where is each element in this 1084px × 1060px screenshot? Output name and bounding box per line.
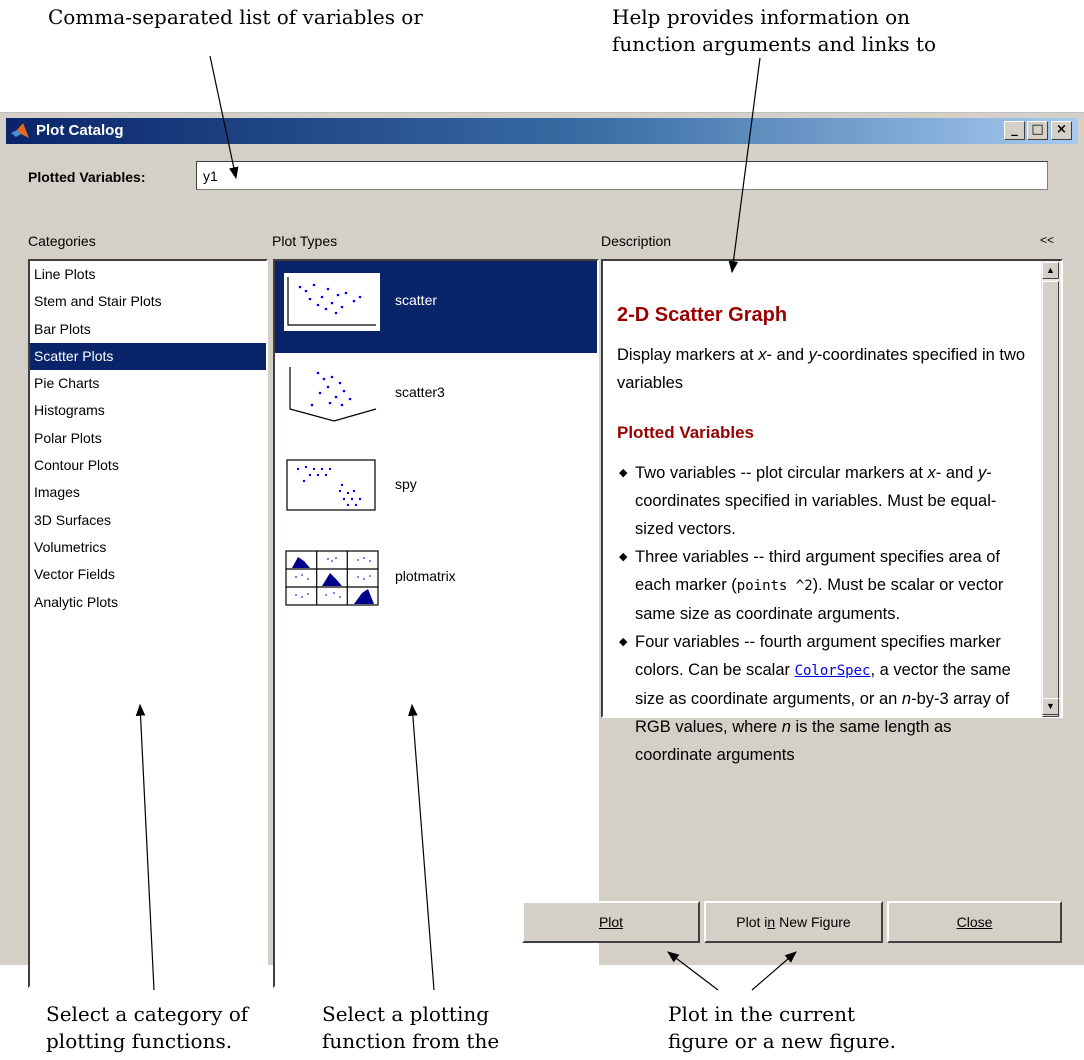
text-run: x — [927, 464, 936, 482]
plot-type-item-scatter3[interactable]: scatter3 — [275, 353, 597, 445]
description-bullet: ◆ Two variables -- plot circular markers… — [617, 459, 1029, 543]
text-run: y — [808, 346, 817, 364]
close-button[interactable]: Close — [887, 901, 1062, 943]
category-item[interactable]: Histograms — [30, 397, 266, 424]
plot-in-new-figure-button[interactable]: Plot in New Figure — [704, 901, 883, 943]
bullet-icon: ◆ — [619, 467, 628, 479]
callout-text: Select a category of — [46, 1002, 249, 1026]
plotted-variables-input[interactable] — [196, 161, 1048, 190]
category-item-selected[interactable]: Scatter Plots — [30, 342, 266, 371]
description-intro: Display markers at x- and y-coordinates … — [617, 341, 1029, 397]
description-label: Description — [601, 233, 672, 249]
maximize-icon[interactable]: □ — [1027, 121, 1048, 140]
bullet-icon: ◆ — [619, 636, 628, 648]
plot-types-list[interactable]: scatter scatter3 spy plotmatrix — [273, 259, 599, 988]
button-label: New Figure — [775, 914, 851, 930]
text-run: Two variables -- plot circular markers a… — [635, 464, 928, 482]
callout-text: Comma-separated list of variables or — [48, 5, 423, 29]
plot-type-item-plotmatrix[interactable]: plotmatrix — [275, 537, 597, 629]
category-item[interactable]: Stem and Stair Plots — [30, 288, 266, 315]
plot-type-item-scatter[interactable]: scatter — [275, 261, 597, 353]
colorspec-link[interactable]: ColorSpec — [795, 663, 871, 679]
callout-plotted-variables: Comma-separated list of variables or — [48, 4, 423, 31]
plot-type-label: scatter — [395, 292, 438, 308]
scatter3-thumbnail-icon — [289, 367, 377, 422]
callout-text: figure or a new figure. — [668, 1029, 896, 1053]
plot-type-label: scatter3 — [395, 384, 445, 400]
description-panel[interactable]: 2-D Scatter Graph Display markers at x- … — [601, 259, 1063, 764]
text-run: Display markers at — [617, 346, 759, 364]
categories-label: Categories — [28, 233, 96, 249]
plot-type-item-spy[interactable]: spy — [275, 445, 597, 537]
button-label: Plot — [598, 914, 624, 930]
text-run: y — [977, 464, 987, 482]
callout-text: function arguments and links to — [612, 32, 937, 56]
category-item[interactable]: 3D Surfaces — [30, 507, 266, 534]
callout-plot-buttons: Plot in the current figure or a new figu… — [668, 1001, 896, 1055]
button-label: Close — [956, 914, 993, 930]
plotmatrix-thumbnail-icon — [285, 550, 379, 606]
callout-text: Select a plotting — [322, 1002, 490, 1026]
category-item[interactable]: Volumetrics — [30, 534, 266, 561]
scroll-down-icon[interactable]: ▼ — [1042, 698, 1059, 715]
category-item[interactable]: Contour Plots — [30, 452, 266, 479]
text-run: - and — [766, 346, 809, 364]
description-heading: 2-D Scatter Graph — [617, 304, 788, 326]
category-item[interactable]: Polar Plots — [30, 425, 266, 452]
spy-thumbnail-icon — [286, 459, 376, 511]
plot-type-label: spy — [395, 476, 417, 492]
button-label: Plot i — [736, 914, 768, 930]
scroll-up-icon[interactable]: ▲ — [1042, 262, 1059, 279]
plot-type-label: plotmatrix — [395, 568, 456, 584]
callout-text: plotting functions. — [46, 1029, 233, 1053]
description-bullet: ◆ Four variables -- fourth argument spec… — [617, 628, 1029, 769]
code-text: points ^2 — [736, 578, 813, 594]
description-content: 2-D Scatter Graph Display markers at x- … — [617, 291, 1029, 769]
category-item[interactable]: Images — [30, 479, 266, 506]
close-icon[interactable]: × — [1051, 121, 1072, 140]
description-scrollbar[interactable]: ▲ ▼ — [1041, 261, 1061, 717]
window-title: Plot Catalog — [36, 122, 124, 139]
text-run: n — [781, 718, 791, 736]
categories-list[interactable]: Line Plots Stem and Stair Plots Bar Plot… — [28, 259, 268, 988]
description-subheading: Plotted Variables — [617, 423, 754, 442]
matlab-logo-icon — [11, 123, 29, 138]
title-bar[interactable]: Plot Catalog _ □ × — [6, 118, 1078, 144]
minimize-icon[interactable]: _ — [1004, 121, 1025, 140]
text-run: - and — [935, 464, 978, 482]
plot-catalog-window: Plot Catalog _ □ × Plotted Variables: Ca… — [0, 112, 1084, 988]
bullet-icon: ◆ — [619, 551, 628, 563]
category-item[interactable]: Vector Fields — [30, 561, 266, 588]
category-item[interactable]: Bar Plots — [30, 316, 266, 343]
callout-text: function from the — [322, 1029, 500, 1053]
callout-help: Help provides information on function ar… — [612, 4, 936, 58]
plot-types-label: Plot Types — [272, 233, 338, 249]
collapse-description-button[interactable]: << — [1040, 233, 1054, 247]
category-item[interactable]: Line Plots — [30, 261, 266, 288]
description-bullet: ◆ Three variables -- third argument spec… — [617, 543, 1029, 628]
scatter-thumbnail-icon — [284, 273, 380, 331]
plot-button[interactable]: Plot — [522, 901, 700, 943]
scrollbar-thumb[interactable] — [1042, 281, 1059, 717]
callout-categories: Select a category of plotting functions. — [46, 1001, 248, 1055]
callout-text: Plot in the current — [668, 1002, 855, 1026]
category-item[interactable]: Analytic Plots — [30, 589, 266, 616]
text-run: n — [901, 690, 912, 708]
category-item[interactable]: Pie Charts — [30, 370, 266, 397]
callout-plot-function: Select a plotting function from the — [322, 1001, 499, 1055]
callout-text: Help provides information on — [612, 5, 910, 29]
plotted-variables-label: Plotted Variables: — [28, 169, 146, 185]
